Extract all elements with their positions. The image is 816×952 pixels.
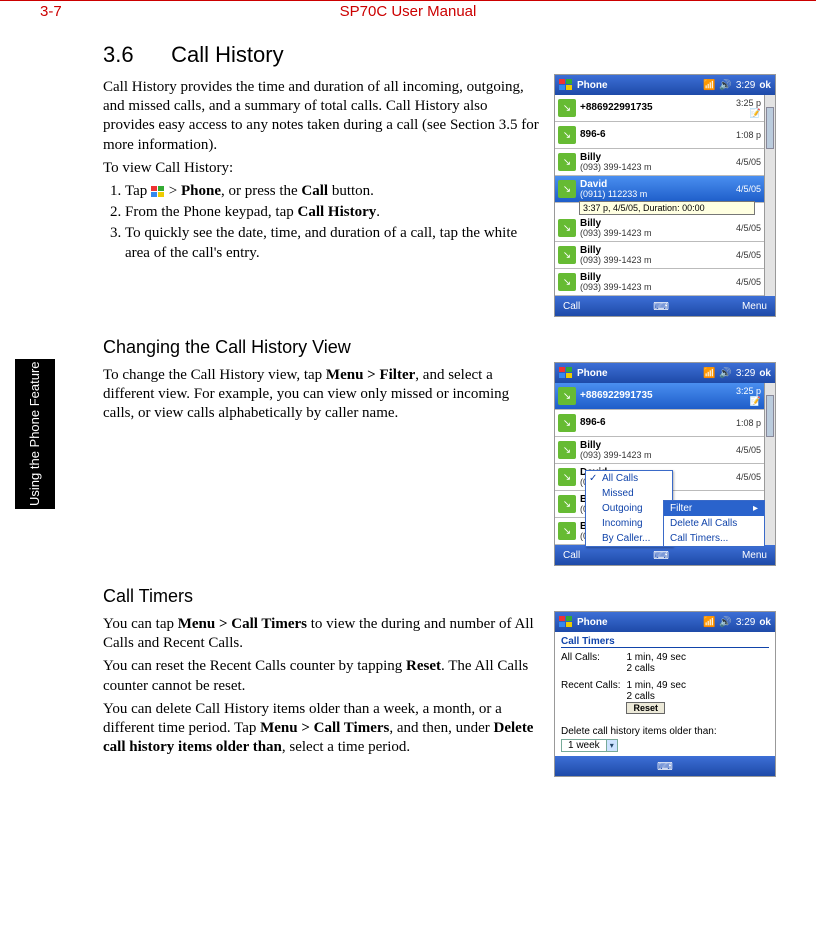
start-icon[interactable] xyxy=(559,616,573,628)
call-direction-icon: ↘ xyxy=(558,387,576,405)
softkey-call[interactable]: Call xyxy=(563,301,580,312)
call-history-row[interactable]: ↘Billy(093) 399-1423 m4/5/05 xyxy=(555,437,764,464)
view-lead: To view Call History: xyxy=(103,159,540,178)
softkey-menu[interactable]: Menu xyxy=(742,550,767,561)
call-history-row[interactable]: ↘896-61:08 p xyxy=(555,122,764,149)
call-direction-icon: ↘ xyxy=(558,126,576,144)
ok-button[interactable]: ok xyxy=(759,617,771,628)
recent-calls-count: 2 calls xyxy=(626,691,685,702)
all-calls-duration: 1 min, 49 sec xyxy=(626,652,685,663)
start-icon[interactable] xyxy=(559,367,573,379)
call-direction-icon: ↘ xyxy=(558,99,576,117)
view-paragraph: To change the Call History view, tap Men… xyxy=(103,366,540,424)
call-history-row[interactable]: ↘896-61:08 p xyxy=(555,410,764,437)
ok-button[interactable]: ok xyxy=(759,80,771,91)
call-detail-tooltip: 3:37 p, 4/5/05, Duration: 00:00 xyxy=(579,201,755,215)
filter-option[interactable]: All Calls xyxy=(586,471,672,486)
timers-p2: You can reset the Recent Calls counter b… xyxy=(103,657,540,695)
signal-icon xyxy=(703,80,715,91)
scrollbar[interactable] xyxy=(764,383,775,545)
keyboard-icon[interactable] xyxy=(653,549,669,562)
volume-icon xyxy=(719,80,731,91)
screenshot-call-history: Phone 3:29 ok ↘+8869229917353:25 p↘896-6… xyxy=(554,74,776,317)
note-icon xyxy=(736,108,761,119)
filter-option[interactable]: Missed xyxy=(586,486,672,501)
subheading-view: Changing the Call History View xyxy=(103,337,776,358)
call-direction-icon: ↘ xyxy=(558,180,576,198)
recent-calls-duration: 1 min, 49 sec xyxy=(626,680,685,691)
softkey-call[interactable]: Call xyxy=(563,550,580,561)
app-title: Phone xyxy=(577,617,699,628)
call-direction-icon: ↘ xyxy=(558,414,576,432)
manual-title: SP70C User Manual xyxy=(0,3,816,20)
keyboard-icon[interactable] xyxy=(657,760,673,773)
call-direction-icon: ↘ xyxy=(558,468,576,486)
app-title: Phone xyxy=(577,80,699,91)
call-direction-icon: ↘ xyxy=(558,246,576,264)
note-icon xyxy=(736,396,761,407)
windows-flag-icon xyxy=(151,186,165,198)
subheading-timers: Call Timers xyxy=(103,586,776,607)
call-history-row[interactable]: ↘Billy(093) 399-1423 m4/5/05 xyxy=(555,215,764,242)
signal-icon xyxy=(703,368,715,379)
timers-p3: You can delete Call History items older … xyxy=(103,700,540,758)
call-direction-icon: ↘ xyxy=(558,153,576,171)
side-tab: Using the Phone Feature xyxy=(15,359,55,509)
delete-older-label: Delete call history items older than: xyxy=(561,726,769,737)
screenshot-filter-menu: Phone 3:29 ok ↘+8869229917353:25 p↘896-6… xyxy=(554,362,776,566)
all-calls-label: All Calls: xyxy=(561,652,626,674)
reset-button[interactable]: Reset xyxy=(626,702,665,714)
call-direction-icon: ↘ xyxy=(558,522,576,540)
call-timers-header: Call Timers xyxy=(561,636,769,648)
delete-older-value: 1 week xyxy=(562,740,606,751)
signal-icon xyxy=(703,617,715,628)
filter-submenu[interactable]: All CallsMissedOutgoingIncomingBy Caller… xyxy=(585,470,673,547)
menu-item-delete-all[interactable]: Delete All Calls xyxy=(664,516,764,531)
ok-button[interactable]: ok xyxy=(759,368,771,379)
section-number: 3.6 xyxy=(103,42,165,68)
start-icon[interactable] xyxy=(559,79,573,91)
filter-option[interactable]: Incoming xyxy=(586,516,672,531)
call-history-row[interactable]: ↘+8869229917353:25 p xyxy=(555,383,764,410)
page-number: 3-7 xyxy=(40,3,62,20)
screenshot-call-timers: Phone 3:29 ok Call Timers All Calls: 1 m… xyxy=(554,611,776,777)
call-direction-icon: ↘ xyxy=(558,273,576,291)
section-heading: 3.6 Call History xyxy=(103,42,776,68)
timers-p1: You can tap Menu > Call Timers to view t… xyxy=(103,615,540,653)
all-calls-count: 2 calls xyxy=(626,663,685,674)
chevron-down-icon[interactable] xyxy=(606,740,617,751)
step-3: To quickly see the date, time, and durat… xyxy=(125,224,540,262)
call-history-row[interactable]: ↘Billy(093) 399-1423 m4/5/05 xyxy=(555,269,764,296)
call-history-row[interactable]: ↘David(0911) 112233 m4/5/05 xyxy=(555,176,764,203)
menu-item-filter[interactable]: Filter▸ xyxy=(664,501,764,516)
clock: 3:29 xyxy=(736,80,755,91)
delete-older-combo[interactable]: 1 week xyxy=(561,739,618,752)
intro-paragraph: Call History provides the time and durat… xyxy=(103,78,540,155)
volume-icon xyxy=(719,617,731,628)
step-2: From the Phone keypad, tap Call History. xyxy=(125,203,540,222)
main-menu-popup[interactable]: Filter▸ Delete All Calls Call Timers... xyxy=(663,500,765,547)
clock: 3:29 xyxy=(736,617,755,628)
call-direction-icon: ↘ xyxy=(558,219,576,237)
scrollbar[interactable] xyxy=(764,95,775,296)
filter-option[interactable]: By Caller... xyxy=(586,531,672,546)
call-history-row[interactable]: ↘Billy(093) 399-1423 m4/5/05 xyxy=(555,149,764,176)
volume-icon xyxy=(719,368,731,379)
recent-calls-label: Recent Calls: xyxy=(561,680,626,714)
filter-option[interactable]: Outgoing xyxy=(586,501,672,516)
call-direction-icon: ↘ xyxy=(558,495,576,513)
keyboard-icon[interactable] xyxy=(653,300,669,313)
step-1: Tap > Phone, or press the Call button. xyxy=(125,182,540,201)
call-history-row[interactable]: ↘+8869229917353:25 p xyxy=(555,95,764,122)
section-title: Call History xyxy=(171,42,283,67)
menu-item-call-timers[interactable]: Call Timers... xyxy=(664,531,764,546)
clock: 3:29 xyxy=(736,368,755,379)
softkey-menu[interactable]: Menu xyxy=(742,301,767,312)
app-title: Phone xyxy=(577,368,699,379)
call-history-row[interactable]: ↘Billy(093) 399-1423 m4/5/05 xyxy=(555,242,764,269)
call-direction-icon: ↘ xyxy=(558,441,576,459)
